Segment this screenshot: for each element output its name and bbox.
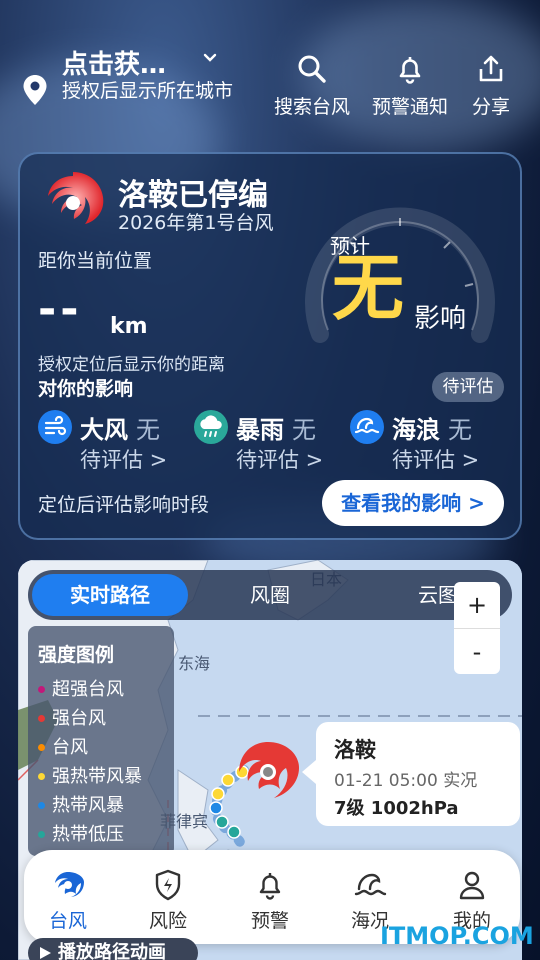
legend-label: 台风	[52, 737, 88, 758]
nav-label-typhoon: 台风	[48, 910, 87, 932]
rain-impact-item[interactable]: 暴雨 无 待评估 >	[194, 410, 344, 474]
bell-icon	[399, 57, 421, 84]
wave-value: 无	[448, 416, 472, 444]
typhoon-info-callout[interactable]: 洛鞍 01-21 05:00 实况 7级 1002hPa	[302, 722, 520, 826]
wave-icon	[354, 873, 387, 896]
distance-unit: km	[110, 314, 148, 339]
legend-item: 热带风暴	[38, 791, 174, 820]
zoom-out-button[interactable]: -	[454, 629, 500, 675]
legend-item: 超强台风	[38, 675, 174, 704]
wind-icon	[38, 410, 72, 444]
callout-typhoon-name: 洛鞍	[334, 738, 376, 762]
wave-label: 海浪	[392, 416, 440, 444]
search-icon	[298, 55, 326, 83]
share-icon	[479, 55, 503, 82]
play-track-animation-button[interactable]: 播放路径动画	[28, 938, 198, 960]
tab-realtime-track[interactable]: 实时路径	[32, 574, 188, 616]
wave-icon	[350, 410, 384, 444]
rain-icon	[194, 410, 228, 444]
wave-impact-item[interactable]: 海浪 无 待评估 >	[350, 410, 500, 474]
map-label-east-sea: 东海	[178, 654, 211, 673]
rain-eval-link: 待评估 >	[236, 448, 324, 472]
risk-shield-icon	[155, 869, 181, 901]
legend-item: 强热带风暴	[38, 762, 174, 791]
legend-item: 热带低压	[38, 820, 174, 849]
chevron-down-icon	[203, 53, 217, 62]
legend-label: 热带风暴	[52, 795, 124, 816]
legend-swatch	[38, 715, 45, 722]
legend-title: 强度图例	[38, 644, 115, 666]
wind-impact-item[interactable]: 大风 无 待评估 >	[38, 410, 188, 474]
alert-notification-label: 预警通知	[372, 96, 449, 118]
map-view-tabs: 实时路径 风圈 云图	[28, 570, 512, 620]
callout-level: 7级 1002hPa	[334, 798, 459, 819]
legend-swatch	[38, 773, 45, 780]
wind-value: 无	[136, 416, 160, 444]
legend-label: 强热带风暴	[52, 766, 142, 787]
callout-time: 01-21 05:00 实况	[334, 771, 478, 791]
location-subtitle: 授权后显示所在城市	[62, 80, 234, 102]
wave-eval-link: 待评估 >	[392, 448, 480, 472]
typhoon-logo-icon	[48, 172, 104, 224]
legend-swatch	[38, 744, 45, 751]
eval-status-badge: 待评估	[432, 372, 504, 402]
intensity-legend: 强度图例 超强台风 强台风 台风 强热带风暴 热带风暴 热带低压	[28, 626, 174, 856]
alert-notification-button[interactable]: 预警通知	[372, 54, 448, 119]
gauge-suffix: 影响	[414, 304, 467, 334]
wind-label: 大风	[80, 416, 128, 444]
wind-eval-link: 待评估 >	[80, 448, 168, 472]
legend-label: 热带低压	[52, 824, 124, 845]
app-header: 点击获… 授权后显示所在城市 搜索台风 预警通知 分享	[0, 0, 540, 140]
distance-note: 授权定位后显示你的距离	[38, 355, 225, 375]
legend-swatch	[38, 686, 45, 693]
watermark-text: ITMOP.COM	[380, 922, 534, 950]
user-icon	[459, 871, 485, 900]
legend-label: 超强台风	[52, 679, 124, 700]
legend-label: 强台风	[52, 708, 106, 729]
nav-item-typhoon[interactable]: 台风	[28, 868, 108, 933]
play-icon	[40, 947, 51, 959]
typhoon-number: 2026年第1号台风	[118, 212, 274, 234]
distance-label: 距你当前位置	[38, 250, 153, 272]
typhoon-impact-card: 洛鞍已停编 2026年第1号台风 距你当前位置 -- km 授权定位后显示你的距…	[18, 152, 522, 540]
share-label: 分享	[472, 96, 511, 118]
nav-label-risk: 风险	[148, 910, 187, 932]
rain-label: 暴雨	[236, 416, 284, 444]
nav-item-risk[interactable]: 风险	[128, 868, 208, 933]
tab-wind-circle[interactable]: 风圈	[232, 570, 308, 620]
impact-title: 对你的影响	[38, 378, 134, 400]
play-track-label: 播放路径动画	[58, 942, 166, 960]
location-title: 点击获…	[62, 50, 167, 80]
view-my-impact-button[interactable]: 查看我的影响 >	[322, 480, 504, 526]
impact-period-note: 定位后评估影响时段	[38, 494, 210, 516]
gauge-value: 无	[332, 246, 405, 330]
share-button[interactable]: 分享	[472, 54, 510, 119]
legend-swatch	[38, 802, 45, 809]
location-pin-icon	[23, 75, 47, 105]
nav-item-warning[interactable]: 预警	[230, 868, 310, 933]
search-typhoon-button[interactable]: 搜索台风	[274, 54, 350, 119]
zoom-in-button[interactable]: +	[454, 582, 500, 628]
rain-value: 无	[292, 416, 316, 444]
zoom-control: + -	[454, 582, 500, 674]
legend-item: 台风	[38, 733, 174, 762]
search-typhoon-label: 搜索台风	[274, 96, 351, 118]
typhoon-icon	[55, 872, 84, 897]
distance-value: --	[38, 284, 83, 335]
legend-item: 强台风	[38, 704, 174, 733]
legend-swatch	[38, 831, 45, 838]
bell-icon	[259, 873, 281, 900]
nav-label-warning: 预警	[250, 910, 289, 932]
